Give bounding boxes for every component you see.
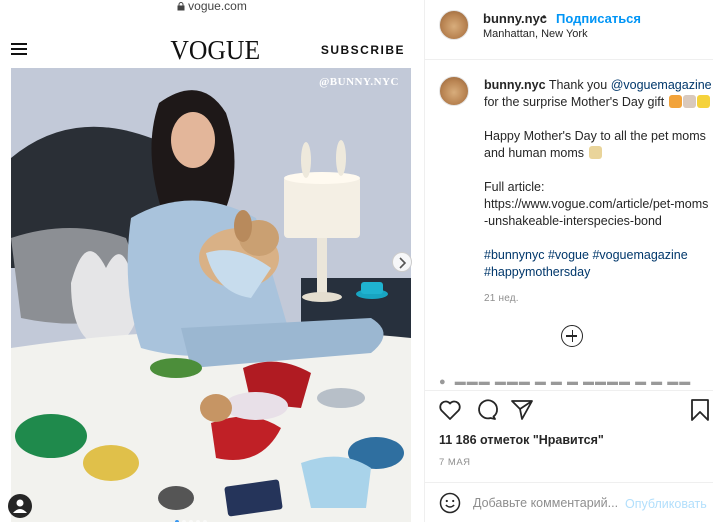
- follow-button[interactable]: Подписаться: [556, 11, 641, 26]
- share-icon[interactable]: [509, 397, 535, 423]
- article-url: https://www.vogue.com/article/pet-moms-u…: [484, 197, 709, 228]
- post-header: bunny.nyc • Подписаться Manhattan, New Y…: [425, 0, 713, 60]
- comments-area: bunny.nyc Thank you @voguemagazine for t…: [425, 60, 713, 390]
- smile-icon[interactable]: [439, 492, 461, 514]
- plus-circle-icon[interactable]: [561, 325, 583, 347]
- carousel-next-button[interactable]: [392, 252, 412, 272]
- photo-watermark: @BUNNY.NYC: [319, 76, 399, 88]
- rabbit-emoji-icon: [682, 95, 696, 108]
- sparkles-emoji-icon: [696, 95, 710, 108]
- hashtag-link[interactable]: #bunnynyc: [484, 248, 544, 262]
- likes-count[interactable]: 11 186 отметок "Нравится": [439, 433, 604, 447]
- user-tag-icon: [13, 499, 27, 513]
- action-bar: [425, 390, 713, 430]
- caption-article-label: Full article:: [484, 180, 545, 194]
- caption-intro: Thank you: [545, 78, 611, 92]
- url-text: vogue.com: [188, 0, 247, 13]
- publish-button[interactable]: Опубликовать: [625, 497, 707, 511]
- caption-hashtags: #bunnynyc #vogue #voguemagazine #happymo…: [484, 247, 712, 281]
- caption-para-3: Full article: https://www.vogue.com/artic…: [484, 179, 712, 230]
- post-date[interactable]: 7 МАЯ: [439, 457, 471, 468]
- comment-icon[interactable]: [473, 397, 499, 423]
- subscribe-link[interactable]: SUBSCRIBE: [321, 43, 405, 57]
- header-separator: •: [542, 10, 547, 24]
- champagne-emoji-icon: [588, 146, 602, 159]
- caption-para-2: Happy Mother's Day to all the pet moms a…: [484, 128, 712, 162]
- avatar[interactable]: [439, 10, 469, 40]
- photo-illustration: [11, 68, 411, 522]
- bookmark-icon[interactable]: [687, 397, 713, 423]
- caption-username[interactable]: bunny.nyc: [484, 78, 546, 92]
- caption-line1-tail: for the surprise Mother's Day gift: [484, 95, 668, 109]
- chevron-right-icon: [399, 257, 407, 269]
- post-caption: bunny.nyc Thank you @voguemagazine for t…: [484, 77, 712, 298]
- header-username[interactable]: bunny.nyc: [483, 11, 547, 26]
- hashtag-link[interactable]: #happymothersday: [484, 265, 590, 279]
- vogue-header: VOGUE SUBSCRIBE: [0, 18, 424, 68]
- vogue-logo[interactable]: VOGUE: [170, 35, 260, 66]
- carousel-dots: [175, 511, 210, 522]
- browser-url-bar[interactable]: vogue.com: [0, 0, 424, 16]
- gift-emoji-icon: [668, 95, 682, 108]
- mention-link[interactable]: @voguemagazine: [611, 78, 712, 92]
- post-media: vogue.com VOGUE SUBSCRIBE @BUNNY.NYC: [0, 0, 424, 522]
- lock-icon: [177, 2, 185, 11]
- comment-input[interactable]: [473, 493, 621, 513]
- add-comment-bar: Опубликовать: [425, 482, 713, 522]
- post-panel: bunny.nyc • Подписаться Manhattan, New Y…: [424, 0, 713, 522]
- clipped-comment-row: ● ▬▬▬ ▬▬▬ ▬ ▬ ▬ ▬▬▬▬ ▬ ▬ ▬▬: [439, 376, 692, 388]
- caption-age: 21 нед.: [484, 293, 519, 304]
- caption-para-1: bunny.nyc Thank you @voguemagazine for t…: [484, 77, 712, 111]
- hashtag-link[interactable]: #vogue: [548, 248, 589, 262]
- hashtag-link[interactable]: #voguemagazine: [592, 248, 687, 262]
- hamburger-icon[interactable]: [11, 43, 27, 55]
- post-photo[interactable]: @BUNNY.NYC: [11, 68, 411, 522]
- location-link[interactable]: Manhattan, New York: [483, 28, 588, 40]
- heart-icon[interactable]: [437, 397, 463, 423]
- caption-avatar[interactable]: [439, 76, 469, 106]
- tagged-users-button[interactable]: [8, 494, 32, 518]
